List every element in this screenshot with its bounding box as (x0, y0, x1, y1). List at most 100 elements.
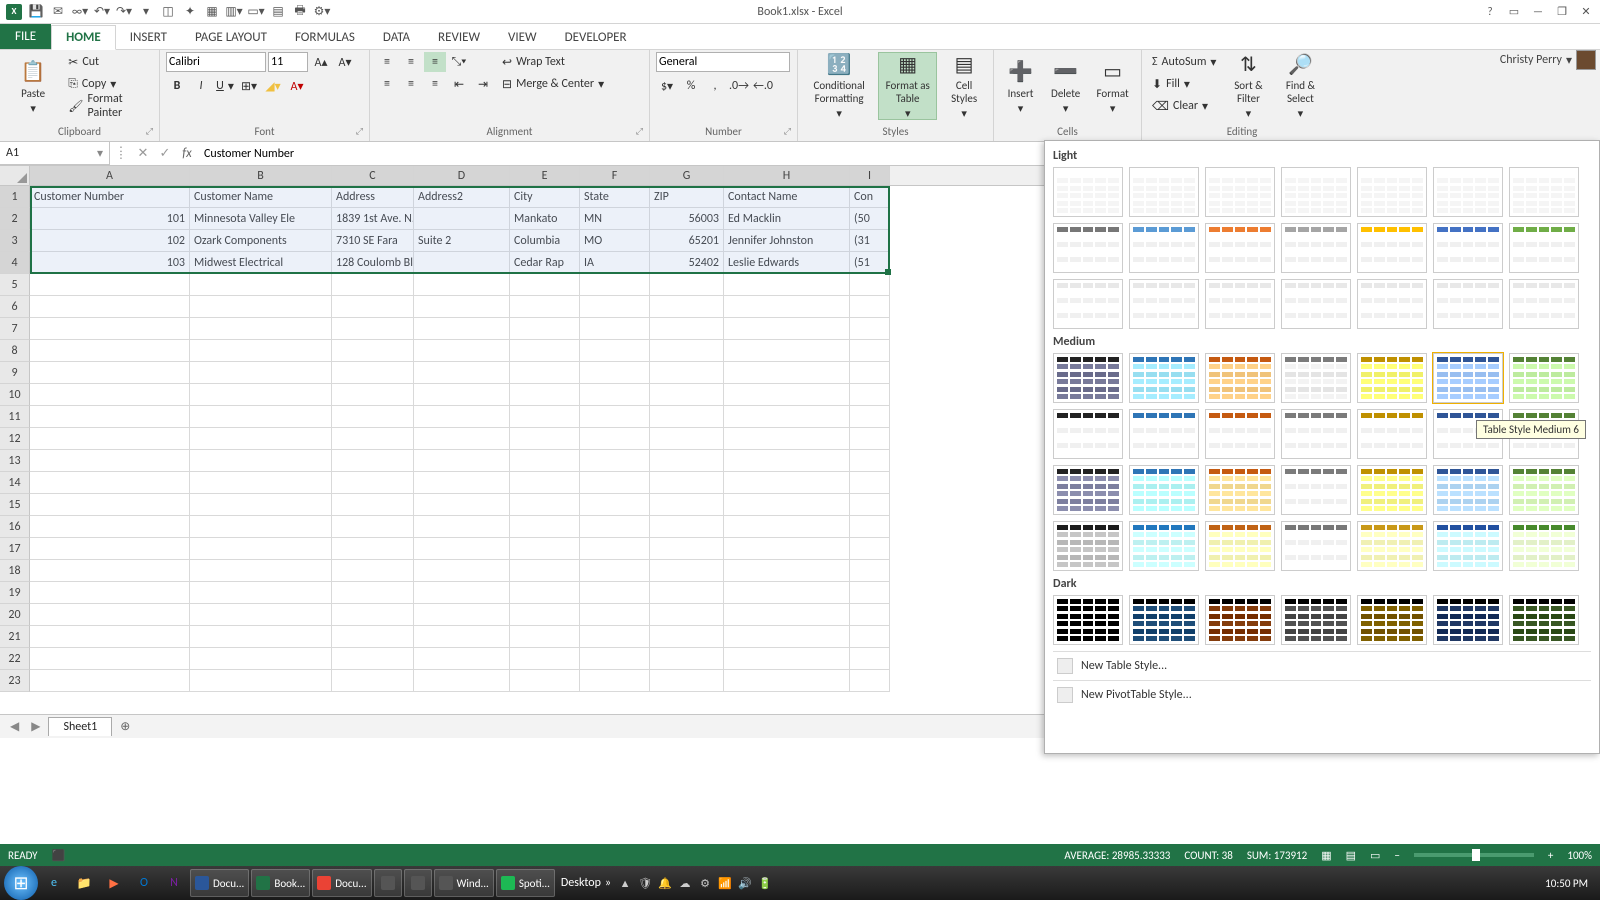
cell[interactable] (580, 560, 650, 582)
cell[interactable] (414, 274, 510, 296)
qat-icon[interactable]: ▦ (204, 4, 220, 20)
cell[interactable] (650, 626, 724, 648)
cell[interactable] (414, 560, 510, 582)
table-style-swatch[interactable] (1433, 465, 1503, 515)
table-style-swatch[interactable] (1129, 521, 1199, 571)
cell[interactable] (510, 428, 580, 450)
cell[interactable] (30, 538, 190, 560)
cell[interactable] (650, 670, 724, 692)
cell[interactable] (332, 340, 414, 362)
table-style-swatch[interactable] (1433, 223, 1503, 273)
cell[interactable] (332, 450, 414, 472)
cell[interactable]: MO (580, 230, 650, 252)
format-cells-button[interactable]: ▭Format▾ (1090, 52, 1135, 120)
row-header[interactable]: 2 (0, 208, 30, 230)
cell[interactable]: Con (850, 186, 890, 208)
row-header[interactable]: 21 (0, 626, 30, 648)
cell[interactable] (30, 626, 190, 648)
cell[interactable] (414, 648, 510, 670)
cell[interactable] (724, 516, 850, 538)
cell[interactable] (414, 670, 510, 692)
find-select-button[interactable]: 🔎Find & Select▾ (1276, 52, 1324, 120)
table-style-swatch[interactable] (1433, 595, 1503, 645)
cell[interactable]: 52402 (650, 252, 724, 274)
fill-button[interactable]: ⬇Fill ▾ (1148, 74, 1220, 94)
name-box[interactable]: A1▾ (0, 142, 110, 165)
table-style-swatch[interactable] (1357, 353, 1427, 403)
column-header[interactable]: C (332, 166, 414, 185)
cell[interactable] (414, 384, 510, 406)
taskbar-pinned-icon[interactable]: N (160, 869, 188, 897)
taskbar-clock[interactable]: 10:50 PM (1537, 877, 1596, 890)
cell[interactable] (510, 406, 580, 428)
column-header[interactable]: G (650, 166, 724, 185)
table-style-swatch[interactable] (1357, 409, 1427, 459)
table-style-swatch[interactable] (1509, 167, 1579, 217)
cell[interactable] (332, 472, 414, 494)
align-center-icon[interactable]: ≡ (400, 74, 422, 94)
table-style-swatch[interactable] (1053, 353, 1123, 403)
cell[interactable] (510, 626, 580, 648)
cut-button[interactable]: ✂Cut (64, 52, 153, 72)
cell[interactable] (190, 450, 332, 472)
zoom-level[interactable]: 100% (1567, 849, 1592, 862)
percent-format-icon[interactable]: % (680, 76, 702, 96)
table-style-swatch[interactable] (1205, 521, 1275, 571)
table-style-swatch[interactable] (1053, 409, 1123, 459)
cell[interactable] (190, 384, 332, 406)
add-sheet-button[interactable]: ⊕ (116, 718, 134, 736)
table-style-swatch[interactable] (1433, 167, 1503, 217)
redo-icon[interactable]: ↷▾ (116, 4, 132, 20)
cell[interactable] (30, 560, 190, 582)
cell[interactable] (190, 626, 332, 648)
user-account[interactable]: Christy Perry ▾ (1500, 50, 1596, 70)
cell[interactable] (332, 626, 414, 648)
cell[interactable] (724, 384, 850, 406)
table-style-swatch[interactable] (1509, 465, 1579, 515)
font-size-combo[interactable] (268, 52, 308, 72)
cell[interactable] (414, 296, 510, 318)
cell[interactable] (724, 560, 850, 582)
table-style-swatch[interactable] (1205, 409, 1275, 459)
row-header[interactable]: 8 (0, 340, 30, 362)
qat-icon[interactable]: ◫ (160, 4, 176, 20)
taskbar-app[interactable] (374, 869, 402, 897)
decrease-indent-icon[interactable]: ⇤ (448, 74, 470, 94)
cell[interactable] (510, 582, 580, 604)
cell[interactable] (332, 670, 414, 692)
tray-icon[interactable]: 🔊 (737, 875, 753, 891)
cell[interactable] (332, 274, 414, 296)
cell[interactable] (850, 362, 890, 384)
cell[interactable] (580, 648, 650, 670)
tray-icon[interactable]: 🔋 (757, 875, 773, 891)
table-style-swatch[interactable] (1433, 521, 1503, 571)
cell[interactable] (650, 428, 724, 450)
table-style-swatch[interactable] (1129, 279, 1199, 329)
cell[interactable] (724, 538, 850, 560)
table-style-swatch[interactable] (1357, 279, 1427, 329)
cell[interactable] (850, 670, 890, 692)
cell[interactable]: 1839 1st Ave. N. (332, 208, 414, 230)
cell[interactable] (190, 538, 332, 560)
cell[interactable] (510, 494, 580, 516)
column-header[interactable]: A (30, 166, 190, 185)
cell[interactable] (30, 274, 190, 296)
cell[interactable] (850, 648, 890, 670)
row-header[interactable]: 11 (0, 406, 30, 428)
number-format-combo[interactable] (656, 52, 790, 72)
font-color-button[interactable]: A▾ (286, 76, 308, 96)
format-as-table-button[interactable]: ▦Format as Table▾ (878, 52, 937, 120)
column-header[interactable]: H (724, 166, 850, 185)
table-style-swatch[interactable] (1129, 353, 1199, 403)
table-style-swatch[interactable] (1129, 595, 1199, 645)
cell[interactable]: Address (332, 186, 414, 208)
tray-icon[interactable]: 🛡 (637, 875, 653, 891)
cell[interactable] (190, 494, 332, 516)
font-name-combo[interactable] (166, 52, 266, 72)
cell[interactable] (190, 670, 332, 692)
row-header[interactable]: 6 (0, 296, 30, 318)
cell[interactable] (850, 318, 890, 340)
cell[interactable] (650, 384, 724, 406)
cell[interactable] (190, 340, 332, 362)
sheet-tab[interactable]: Sheet1 (48, 717, 112, 736)
